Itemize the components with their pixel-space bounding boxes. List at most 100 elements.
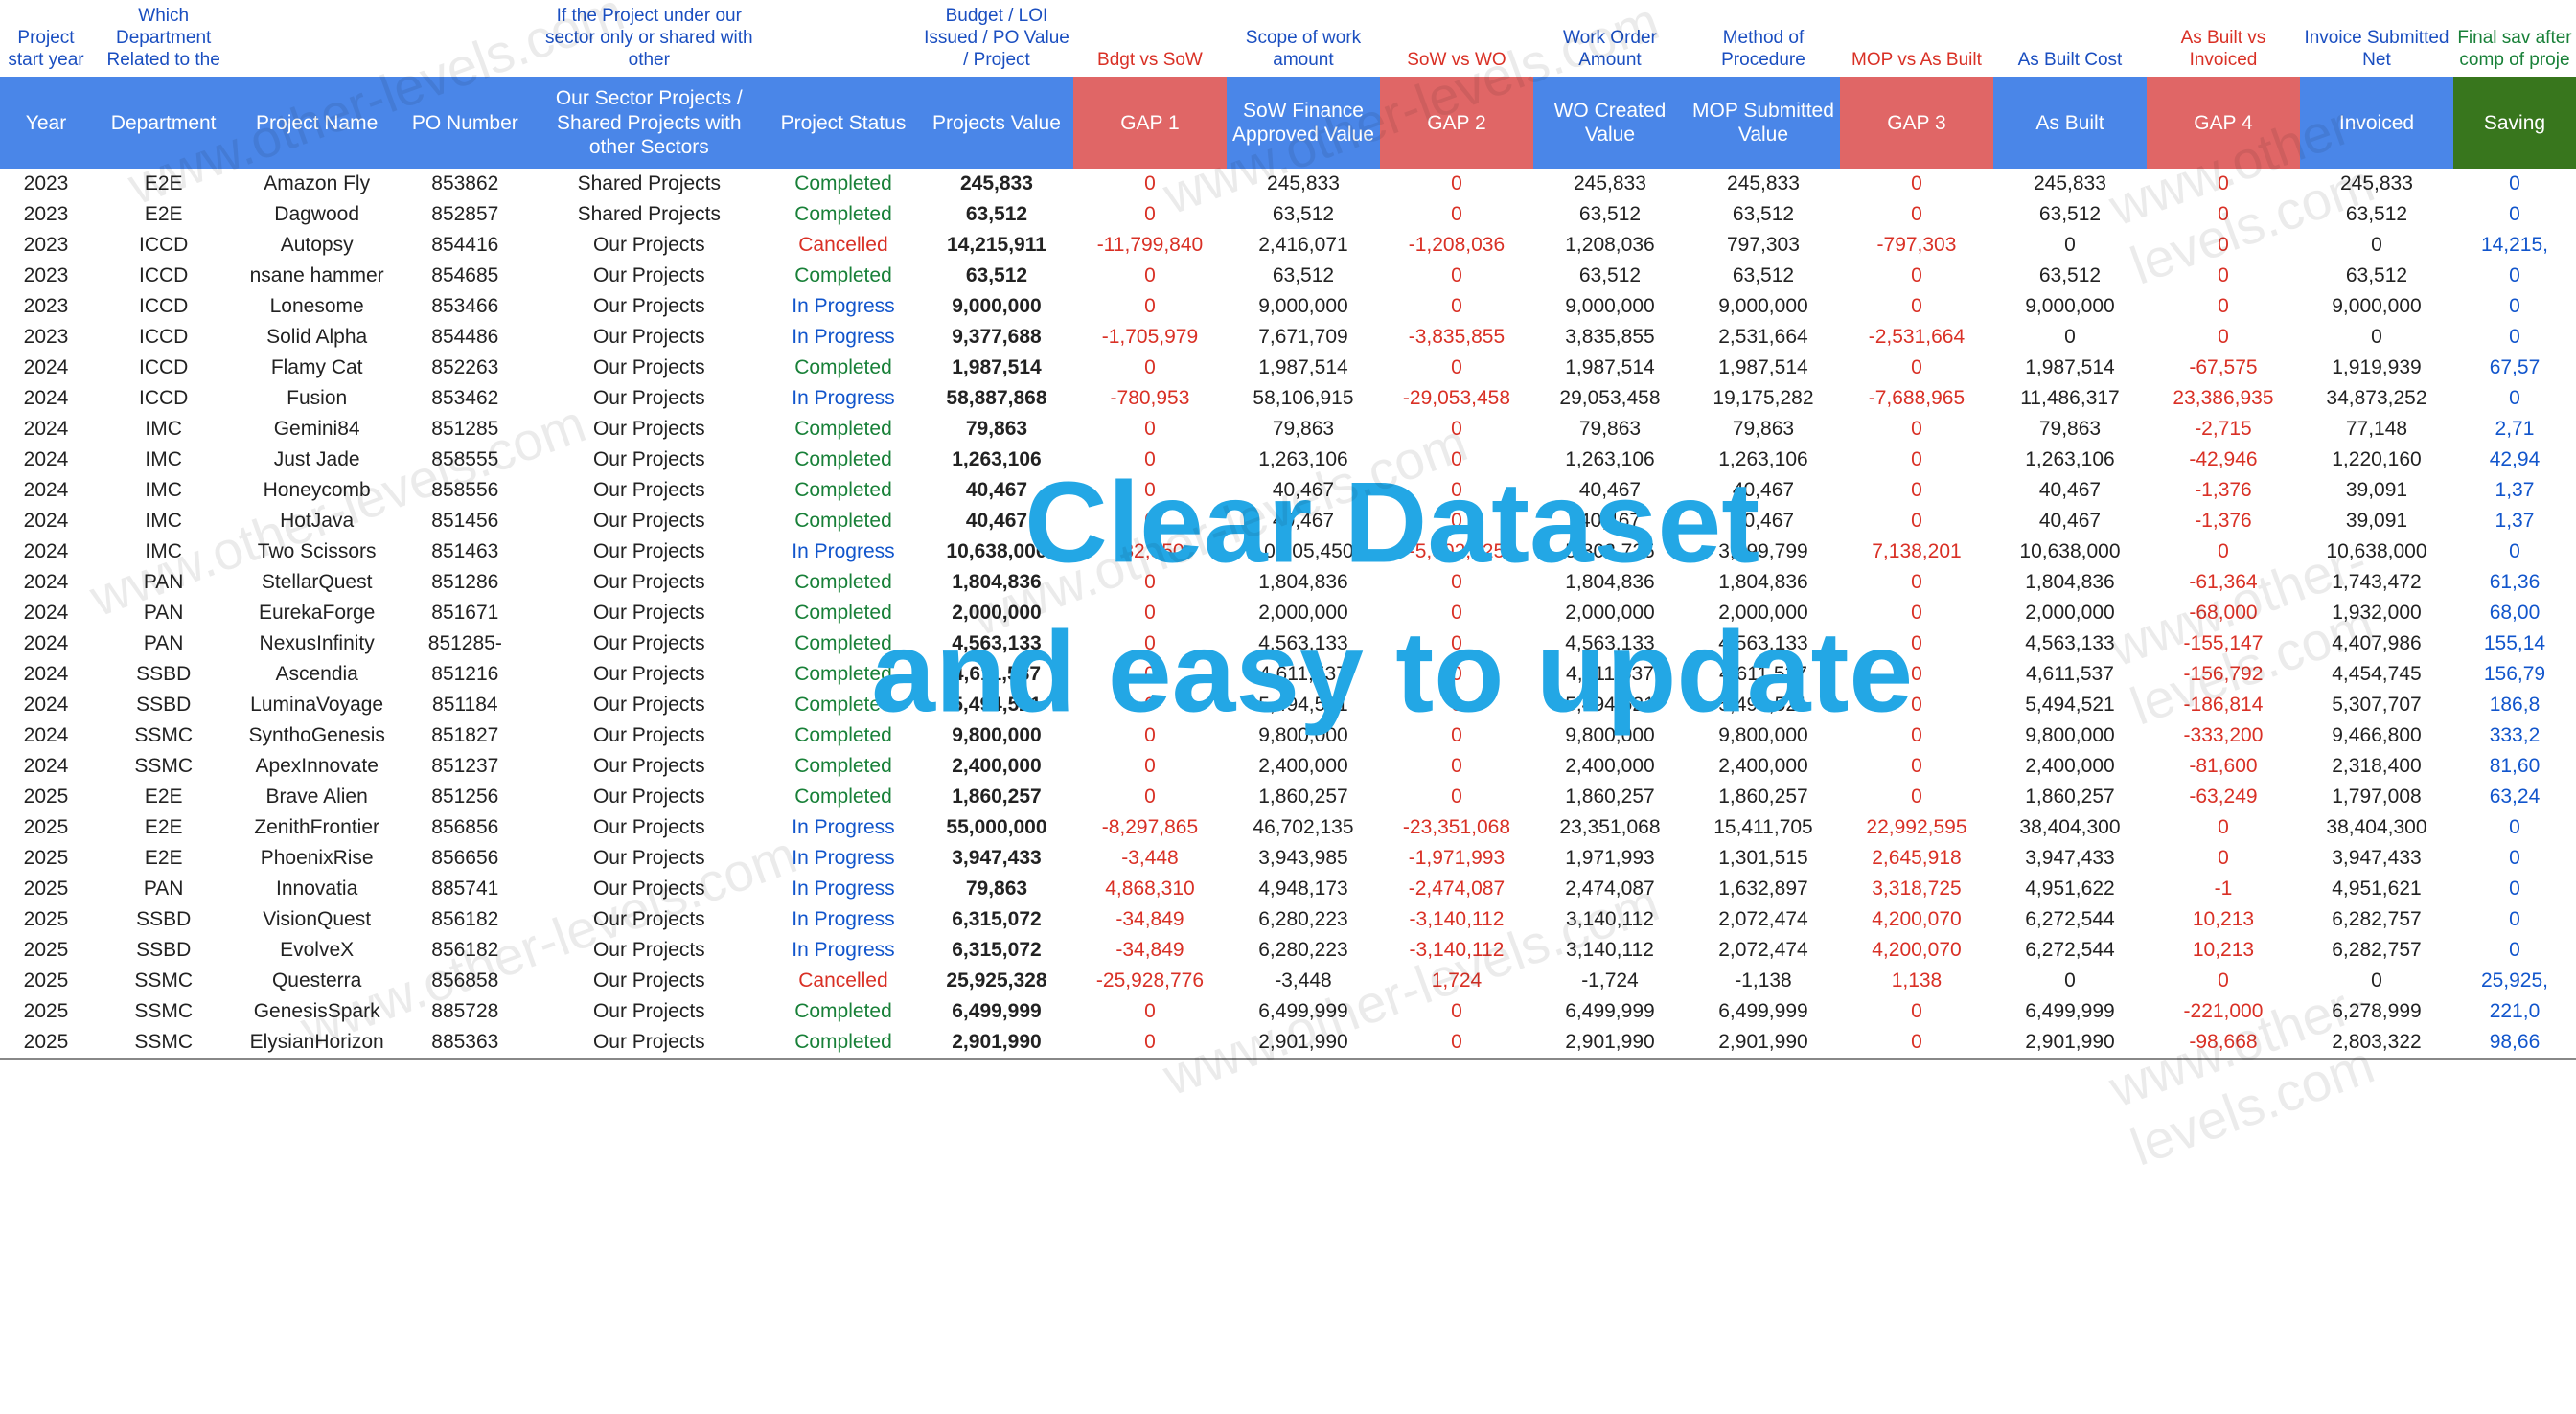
cell-g4[interactable]: -156,792 xyxy=(2147,659,2300,690)
cell-status[interactable]: Completed xyxy=(767,598,920,628)
cell-asb[interactable]: 9,000,000 xyxy=(1993,291,2147,322)
cell-dept[interactable]: SSBD xyxy=(92,904,235,935)
cell-status[interactable]: In Progress xyxy=(767,904,920,935)
cell-dept[interactable]: PAN xyxy=(92,874,235,904)
cell-g3[interactable]: 0 xyxy=(1840,199,1993,230)
cell-sow[interactable]: 6,280,223 xyxy=(1227,904,1380,935)
cell-inv[interactable]: 5,307,707 xyxy=(2300,690,2453,720)
cell-g1[interactable]: -34,849 xyxy=(1073,935,1227,966)
cell-dept[interactable]: SSBD xyxy=(92,935,235,966)
cell-proj[interactable]: ElysianHorizon xyxy=(235,1027,399,1059)
cell-sav[interactable]: 0 xyxy=(2453,291,2576,322)
cell-status[interactable]: Completed xyxy=(767,996,920,1027)
cell-inv[interactable]: 63,512 xyxy=(2300,199,2453,230)
cell-sow[interactable]: 1,860,257 xyxy=(1227,782,1380,812)
cell-sector[interactable]: Our Projects xyxy=(532,843,767,874)
cell-po[interactable]: 854416 xyxy=(399,230,532,261)
cell-g3[interactable]: 0 xyxy=(1840,1027,1993,1059)
cell-po[interactable]: 885741 xyxy=(399,874,532,904)
header-main-11[interactable]: MOP Submitted Value xyxy=(1687,77,1840,169)
cell-mop[interactable]: 1,987,514 xyxy=(1687,353,1840,383)
cell-inv[interactable]: 1,743,472 xyxy=(2300,567,2453,598)
cell-inv[interactable]: 1,932,000 xyxy=(2300,598,2453,628)
cell-inv[interactable]: 1,797,008 xyxy=(2300,782,2453,812)
cell-dept[interactable]: PAN xyxy=(92,598,235,628)
cell-pv[interactable]: 9,377,688 xyxy=(920,322,1073,353)
cell-sector[interactable]: Our Projects xyxy=(532,414,767,445)
cell-g3[interactable]: 0 xyxy=(1840,353,1993,383)
cell-sector[interactable]: Our Projects xyxy=(532,230,767,261)
cell-dept[interactable]: E2E xyxy=(92,843,235,874)
cell-proj[interactable]: Ascendia xyxy=(235,659,399,690)
cell-po[interactable]: 851184 xyxy=(399,690,532,720)
cell-g2[interactable]: 0 xyxy=(1380,628,1533,659)
cell-wo[interactable]: 1,208,036 xyxy=(1533,230,1687,261)
cell-g2[interactable]: 0 xyxy=(1380,261,1533,291)
cell-g3[interactable]: 0 xyxy=(1840,414,1993,445)
cell-g1[interactable]: -32,550 xyxy=(1073,536,1227,567)
cell-g1[interactable]: 0 xyxy=(1073,414,1227,445)
header-main-15[interactable]: Invoiced xyxy=(2300,77,2453,169)
cell-status[interactable]: Completed xyxy=(767,475,920,506)
header-main-12[interactable]: GAP 3 xyxy=(1840,77,1993,169)
cell-year[interactable]: 2024 xyxy=(0,720,92,751)
cell-pv[interactable]: 2,000,000 xyxy=(920,598,1073,628)
cell-sav[interactable]: 186,8 xyxy=(2453,690,2576,720)
cell-proj[interactable]: ApexInnovate xyxy=(235,751,399,782)
cell-wo[interactable]: 9,800,000 xyxy=(1533,720,1687,751)
cell-asb[interactable]: 6,272,544 xyxy=(1993,935,2147,966)
cell-mop[interactable]: 1,860,257 xyxy=(1687,782,1840,812)
cell-po[interactable]: 858555 xyxy=(399,445,532,475)
cell-inv[interactable]: 77,148 xyxy=(2300,414,2453,445)
header-main-6[interactable]: Projects Value xyxy=(920,77,1073,169)
cell-sow[interactable]: 1,263,106 xyxy=(1227,445,1380,475)
cell-status[interactable]: Completed xyxy=(767,690,920,720)
cell-g3[interactable]: 0 xyxy=(1840,659,1993,690)
cell-g1[interactable]: -25,928,776 xyxy=(1073,966,1227,996)
cell-wo[interactable]: 2,901,990 xyxy=(1533,1027,1687,1059)
cell-g4[interactable]: 0 xyxy=(2147,536,2300,567)
cell-asb[interactable]: 0 xyxy=(1993,966,2147,996)
cell-wo[interactable]: 245,833 xyxy=(1533,169,1687,199)
cell-pv[interactable]: 1,987,514 xyxy=(920,353,1073,383)
cell-g2[interactable]: 0 xyxy=(1380,782,1533,812)
cell-wo[interactable]: 1,804,836 xyxy=(1533,567,1687,598)
cell-g3[interactable]: 1,138 xyxy=(1840,966,1993,996)
cell-sector[interactable]: Our Projects xyxy=(532,353,767,383)
cell-asb[interactable]: 1,804,836 xyxy=(1993,567,2147,598)
cell-pv[interactable]: 4,611,537 xyxy=(920,659,1073,690)
cell-asb[interactable]: 245,833 xyxy=(1993,169,2147,199)
cell-inv[interactable]: 0 xyxy=(2300,230,2453,261)
table-row[interactable]: 2023ICCDLonesome853466Our ProjectsIn Pro… xyxy=(0,291,2576,322)
cell-sav[interactable]: 0 xyxy=(2453,536,2576,567)
cell-g2[interactable]: -23,351,068 xyxy=(1380,812,1533,843)
cell-mop[interactable]: 2,000,000 xyxy=(1687,598,1840,628)
cell-year[interactable]: 2023 xyxy=(0,169,92,199)
cell-year[interactable]: 2024 xyxy=(0,628,92,659)
cell-asb[interactable]: 3,947,433 xyxy=(1993,843,2147,874)
cell-g3[interactable]: 0 xyxy=(1840,690,1993,720)
cell-pv[interactable]: 14,215,911 xyxy=(920,230,1073,261)
cell-asb[interactable]: 6,272,544 xyxy=(1993,904,2147,935)
cell-inv[interactable]: 63,512 xyxy=(2300,261,2453,291)
cell-proj[interactable]: PhoenixRise xyxy=(235,843,399,874)
cell-sav[interactable]: 61,36 xyxy=(2453,567,2576,598)
cell-dept[interactable]: IMC xyxy=(92,445,235,475)
cell-sector[interactable]: Our Projects xyxy=(532,322,767,353)
cell-pv[interactable]: 63,512 xyxy=(920,199,1073,230)
header-main-7[interactable]: GAP 1 xyxy=(1073,77,1227,169)
cell-g4[interactable]: 10,213 xyxy=(2147,935,2300,966)
cell-dept[interactable]: ICCD xyxy=(92,322,235,353)
cell-asb[interactable]: 4,611,537 xyxy=(1993,659,2147,690)
cell-sector[interactable]: Our Projects xyxy=(532,291,767,322)
cell-g1[interactable]: -8,297,865 xyxy=(1073,812,1227,843)
cell-year[interactable]: 2024 xyxy=(0,414,92,445)
cell-mop[interactable]: 40,467 xyxy=(1687,475,1840,506)
cell-g2[interactable]: 1,724 xyxy=(1380,966,1533,996)
cell-status[interactable]: In Progress xyxy=(767,874,920,904)
cell-dept[interactable]: ICCD xyxy=(92,383,235,414)
cell-year[interactable]: 2024 xyxy=(0,598,92,628)
cell-status[interactable]: Completed xyxy=(767,659,920,690)
cell-g2[interactable]: -3,140,112 xyxy=(1380,935,1533,966)
cell-g2[interactable]: 0 xyxy=(1380,598,1533,628)
